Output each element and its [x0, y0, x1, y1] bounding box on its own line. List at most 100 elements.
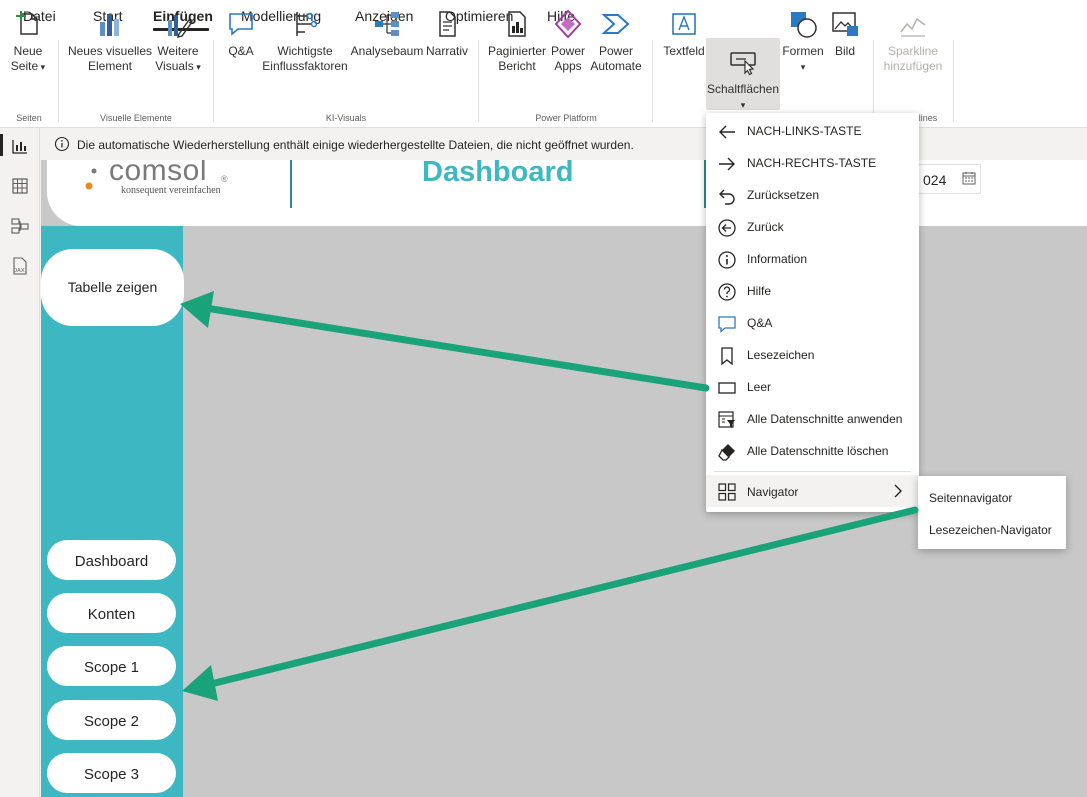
group-separator	[652, 40, 653, 122]
chevron-down-icon: ▾	[38, 62, 46, 72]
bild-button[interactable]: Bild	[826, 8, 864, 59]
info-icon	[54, 136, 70, 152]
menu-item-label: Alle Datenschnitte löschen	[747, 444, 889, 458]
nav-button-konten[interactable]: Konten	[47, 593, 176, 633]
qa-button[interactable]: Q&A	[222, 8, 260, 59]
report-header: comsol ® konsequent vereinfachen Dashboa…	[47, 160, 1087, 226]
power-automate-icon	[601, 14, 630, 34]
menu-item-alle-datenschnitte-anwenden[interactable]: Alle Datenschnitte anwenden	[706, 404, 919, 434]
report-view-icon[interactable]	[10, 136, 30, 156]
active-view-indicator	[0, 134, 3, 156]
date-slicer[interactable]: 024	[917, 164, 981, 194]
submenu-item-lesezeichen-navigator[interactable]: Lesezeichen-Navigator	[929, 523, 1052, 537]
menu-item-zurueck[interactable]: Zurück	[706, 212, 919, 242]
menu-item-hilfe[interactable]: Hilfe	[706, 276, 919, 306]
neue-seite-label-2: Seite	[10, 59, 39, 73]
neues-visuelles-element-button[interactable]: Neues visuelles Element	[66, 8, 154, 74]
logo-dots-icon	[85, 168, 97, 190]
paginierter-bericht-button[interactable]: Paginierter Bericht	[486, 8, 548, 74]
power-automate-button[interactable]: Power Automate	[588, 8, 644, 74]
textfeld-button[interactable]: Textfeld	[661, 8, 707, 59]
chevron-down-icon: ▾	[800, 62, 806, 72]
schaltflaechen-dropdown: NACH-LINKS-TASTE NACH-RECHTS-TASTE Zurüc…	[706, 113, 919, 512]
menu-item-leer[interactable]: Leer	[706, 372, 919, 402]
text-box-icon	[672, 13, 696, 35]
sparkline-button[interactable]: Sparkline hinzufügen	[880, 8, 946, 74]
group-label-visuelle-elemente: Visuelle Elemente	[100, 113, 172, 123]
schaltflaechen-label: Schaltflächen	[706, 82, 780, 96]
menu-item-zuruecksetzen[interactable]: Zurücksetzen	[706, 180, 919, 210]
tabelle-zeigen-button[interactable]: Tabelle zeigen	[41, 249, 184, 326]
menu-item-information[interactable]: Information	[706, 244, 919, 274]
chart-pencil-icon	[168, 15, 193, 38]
button-cursor-icon	[730, 52, 756, 76]
page-title: Dashboard	[422, 160, 574, 188]
image-icon	[832, 12, 858, 36]
menu-item-label: Alle Datenschnitte anwenden	[747, 412, 903, 426]
neues-visuelles-label-1: Neues visuelles	[67, 44, 153, 58]
bild-label: Bild	[834, 44, 855, 58]
menu-item-label: NACH-LINKS-TASTE	[747, 124, 862, 138]
decomposition-tree-icon	[375, 12, 399, 36]
narrative-icon	[439, 11, 456, 37]
menu-item-nach-links-taste[interactable]: NACH-LINKS-TASTE	[706, 116, 919, 146]
power-apps-label-2: Apps	[554, 59, 582, 73]
sparkline-label-2: hinzufügen	[883, 59, 943, 73]
narrativ-button[interactable]: Narrativ	[424, 8, 470, 59]
logo-tagline: konsequent vereinfachen	[121, 185, 221, 196]
formen-button[interactable]: Formen ▾	[780, 8, 826, 75]
bookmark-icon	[721, 347, 733, 366]
date-value: 024	[923, 172, 947, 188]
menu-item-label: Q&A	[747, 316, 773, 330]
key-influencers-icon	[296, 12, 318, 36]
dax-query-icon[interactable]: DAX	[10, 256, 30, 276]
group-separator	[213, 40, 214, 122]
nav-button-scope-2[interactable]: Scope 2	[47, 700, 176, 740]
menu-item-qa[interactable]: Q&A	[706, 308, 919, 338]
menu-item-label: Lesezeichen	[747, 348, 815, 362]
chevron-down-icon: ▾	[193, 62, 201, 72]
nav-button-dashboard[interactable]: Dashboard	[47, 540, 176, 580]
info-circle-icon	[718, 251, 736, 269]
calendar-icon[interactable]	[962, 171, 976, 185]
menu-item-navigator[interactable]: Navigator	[706, 475, 919, 507]
schaltflaechen-button[interactable]: Schaltflächen ▾	[706, 38, 780, 110]
analysebaum-button[interactable]: Analysebaum	[350, 8, 424, 59]
menu-item-label: Information	[747, 252, 808, 266]
group-separator	[58, 40, 59, 122]
header-divider	[290, 160, 292, 208]
neue-seite-label-1: Neue	[13, 44, 43, 58]
wichtigste-label-1: Wichtigste	[277, 44, 333, 58]
neue-seite-button[interactable]: Neue Seite ▾	[6, 8, 50, 75]
model-view-icon[interactable]	[10, 216, 30, 236]
menu-item-label: Zurücksetzen	[747, 188, 820, 202]
analysebaum-label: Analysebaum	[350, 44, 424, 58]
logo-registered-mark: ®	[221, 174, 228, 184]
navigator-grid-icon	[718, 483, 736, 501]
menu-item-label: Leer	[747, 380, 772, 394]
weitere-visuals-button[interactable]: Weitere Visuals ▾	[153, 8, 203, 75]
menu-item-alle-datenschnitte-loeschen[interactable]: Alle Datenschnitte löschen	[706, 436, 919, 466]
power-automate-label-1: Power	[598, 44, 633, 58]
help-circle-icon	[718, 283, 736, 301]
nav-button-scope-1[interactable]: Scope 1	[47, 646, 176, 686]
power-apps-button[interactable]: Power Apps	[548, 8, 588, 74]
menu-item-label: Hilfe	[747, 284, 772, 298]
menu-item-nach-rechts-taste[interactable]: NACH-RECHTS-TASTE	[706, 148, 919, 178]
narrativ-label: Narrativ	[425, 44, 468, 58]
menu-item-label: NACH-RECHTS-TASTE	[747, 156, 877, 170]
power-apps-icon	[554, 9, 582, 39]
nav-button-scope-3[interactable]: Scope 3	[47, 753, 176, 793]
qa-label: Q&A	[228, 44, 254, 58]
undo-icon	[719, 189, 735, 205]
info-message: Die automatische Wiederherstellung enthä…	[77, 138, 634, 152]
menu-item-lesezeichen[interactable]: Lesezeichen	[706, 340, 919, 370]
wichtigste-einflussfaktoren-button[interactable]: Wichtigste Einflussfaktoren	[262, 8, 348, 74]
back-circle-icon	[718, 219, 736, 237]
new-page-icon	[16, 11, 38, 35]
table-view-icon[interactable]	[10, 176, 30, 196]
group-separator	[953, 40, 954, 122]
eraser-icon	[718, 444, 735, 461]
submenu-item-seitennavigator[interactable]: Seitennavigator	[929, 491, 1012, 505]
sparkline-label-1: Sparkline	[887, 44, 939, 58]
